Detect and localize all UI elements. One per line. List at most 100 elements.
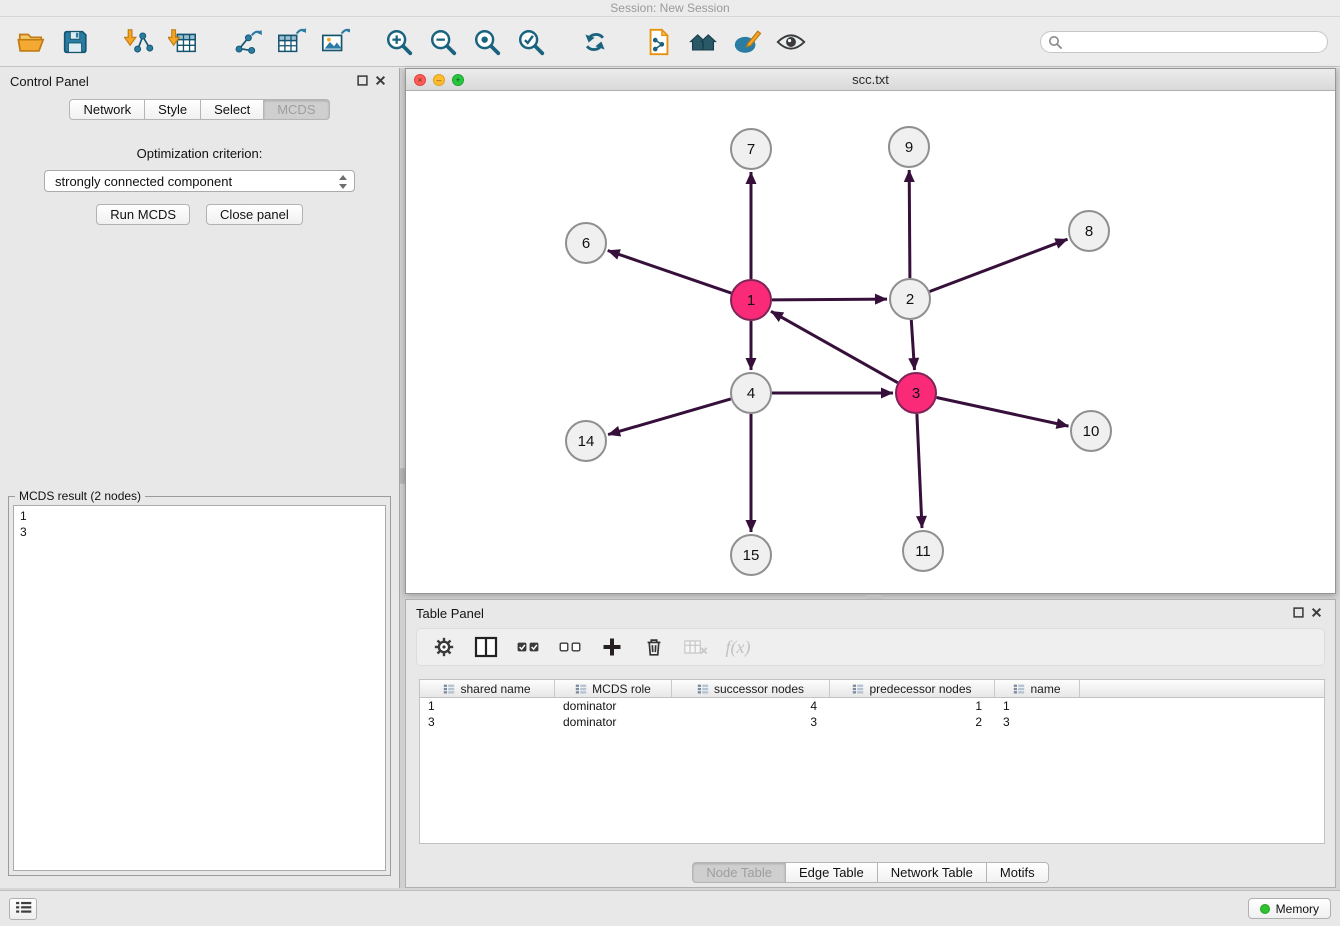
node-2[interactable]: 2 (890, 279, 930, 319)
column-header-predecessor-nodes[interactable]: predecessor nodes (830, 680, 995, 697)
edge-4-to-14[interactable] (608, 399, 731, 435)
export-image-button[interactable] (316, 22, 354, 62)
control-tab-network[interactable]: Network (69, 99, 145, 120)
control-tab-mcds[interactable]: MCDS (264, 99, 329, 120)
node-7[interactable]: 7 (731, 129, 771, 169)
close-table-panel-button[interactable] (1307, 604, 1325, 622)
edge-2-to-3[interactable] (911, 320, 914, 370)
zoom-out-button[interactable] (424, 22, 462, 62)
show-panels-list-button[interactable] (9, 898, 37, 920)
minimize-window-button[interactable]: – (433, 74, 445, 86)
table-tab-network-table[interactable]: Network Table (878, 862, 987, 883)
first-neighbors-button[interactable] (684, 22, 722, 62)
table-cell[interactable]: 1 (995, 698, 1080, 714)
settings-gear-button[interactable] (427, 632, 461, 662)
criterion-dropdown[interactable]: strongly connected component (44, 170, 355, 192)
column-header-shared-name[interactable]: shared name (420, 680, 555, 697)
run-mcds-button[interactable]: Run MCDS (96, 204, 190, 225)
column-header-successor-nodes[interactable]: successor nodes (672, 680, 830, 697)
open-session-button[interactable] (12, 22, 50, 62)
network-graph[interactable]: 7 9 6 8 1 2 4 3 14 10 15 11 (406, 91, 1335, 593)
export-network-button[interactable] (228, 22, 266, 62)
table-cell[interactable]: 3 (420, 714, 555, 730)
search-input[interactable] (1040, 31, 1328, 53)
import-network-button[interactable] (120, 22, 158, 62)
select-all-checks-button[interactable] (511, 632, 545, 662)
zoom-in-button[interactable] (380, 22, 418, 62)
table-row[interactable]: 3dominator323 (420, 714, 1324, 730)
delete-row-button[interactable] (637, 632, 671, 662)
column-tree-icon (1013, 683, 1025, 695)
node-4[interactable]: 4 (731, 373, 771, 413)
column-header-name[interactable]: name (995, 680, 1080, 697)
toolbar-separator (208, 41, 222, 42)
node-11[interactable]: 11 (903, 531, 943, 571)
save-session-button[interactable] (56, 22, 94, 62)
close-window-button[interactable]: × (414, 74, 426, 86)
table-cell[interactable]: 4 (672, 698, 830, 714)
show-hide-panel-icon (776, 27, 806, 57)
zoom-fit-button[interactable] (468, 22, 506, 62)
control-tab-style[interactable]: Style (145, 99, 201, 120)
node-3-selected[interactable]: 3 (896, 373, 936, 413)
node-8[interactable]: 8 (1069, 211, 1109, 251)
column-header-mcds-role[interactable]: MCDS role (555, 680, 672, 697)
zoom-window-button[interactable]: + (452, 74, 464, 86)
network-canvas[interactable]: 7 9 6 8 1 2 4 3 14 10 15 11 (406, 91, 1335, 593)
column-tree-icon (697, 683, 709, 695)
clear-all-checks-icon (558, 636, 582, 658)
memory-button[interactable]: Memory (1248, 898, 1331, 919)
float-panel-button[interactable] (353, 72, 371, 90)
export-network-icon (232, 27, 262, 57)
node-1-selected[interactable]: 1 (731, 280, 771, 320)
table-toolbar: f(x) (416, 628, 1325, 666)
table-cell[interactable]: 2 (830, 714, 995, 730)
table-cell[interactable]: 3 (672, 714, 830, 730)
import-table-button[interactable] (164, 22, 202, 62)
new-network-from-selection-button[interactable] (640, 22, 678, 62)
table-cell[interactable]: 1 (830, 698, 995, 714)
edge-1-to-2[interactable] (772, 299, 887, 300)
close-panel-button[interactable] (371, 72, 389, 90)
table-cell[interactable]: 1 (420, 698, 555, 714)
mcds-result-list[interactable]: 1 3 (13, 505, 386, 871)
node-9[interactable]: 9 (889, 127, 929, 167)
export-table-button[interactable] (272, 22, 310, 62)
add-row-button[interactable] (595, 632, 629, 662)
table-tab-motifs[interactable]: Motifs (987, 862, 1049, 883)
edge-2-to-9[interactable] (909, 170, 910, 278)
float-table-panel-button[interactable] (1289, 604, 1307, 622)
zoom-selected-button[interactable] (512, 22, 550, 62)
control-tab-select[interactable]: Select (201, 99, 264, 120)
show-columns-button[interactable] (469, 632, 503, 662)
show-columns-icon (474, 636, 498, 658)
edge-1-to-6[interactable] (608, 251, 732, 294)
table-tab-edge-table[interactable]: Edge Table (786, 862, 878, 883)
clear-all-checks-button[interactable] (553, 632, 587, 662)
annotation-mode-button[interactable] (728, 22, 766, 62)
close-mcds-panel-button[interactable]: Close panel (206, 204, 303, 225)
edge-3-to-11[interactable] (917, 414, 922, 528)
node-6[interactable]: 6 (566, 223, 606, 263)
show-hide-panel-button[interactable] (772, 22, 810, 62)
edge-3-to-10[interactable] (937, 398, 1069, 427)
table-cell[interactable]: 3 (995, 714, 1080, 730)
table-cell[interactable]: dominator (555, 698, 672, 714)
node-14[interactable]: 14 (566, 421, 606, 461)
node-15[interactable]: 15 (731, 535, 771, 575)
control-panel: Control Panel NetworkStyleSelectMCDS Opt… (0, 68, 400, 888)
node-10[interactable]: 10 (1071, 411, 1111, 451)
table-tab-node-table[interactable]: Node Table (692, 862, 786, 883)
table-row[interactable]: 1dominator411 (420, 698, 1324, 714)
zoom-out-icon (428, 27, 458, 57)
network-window-titlebar[interactable]: × – + scc.txt (406, 69, 1335, 91)
edge-3-to-1[interactable] (771, 311, 898, 382)
control-panel-tabs: NetworkStyleSelectMCDS (0, 99, 399, 120)
table-cell[interactable]: dominator (555, 714, 672, 730)
edge-2-to-8[interactable] (930, 239, 1068, 291)
table-panel: Table Panel f(x) shared nameMCDS rolesuc… (405, 599, 1336, 888)
column-tree-icon (575, 683, 587, 695)
svg-text:14: 14 (578, 433, 595, 450)
settings-gear-icon (432, 636, 456, 658)
refresh-layout-button[interactable] (576, 22, 614, 62)
